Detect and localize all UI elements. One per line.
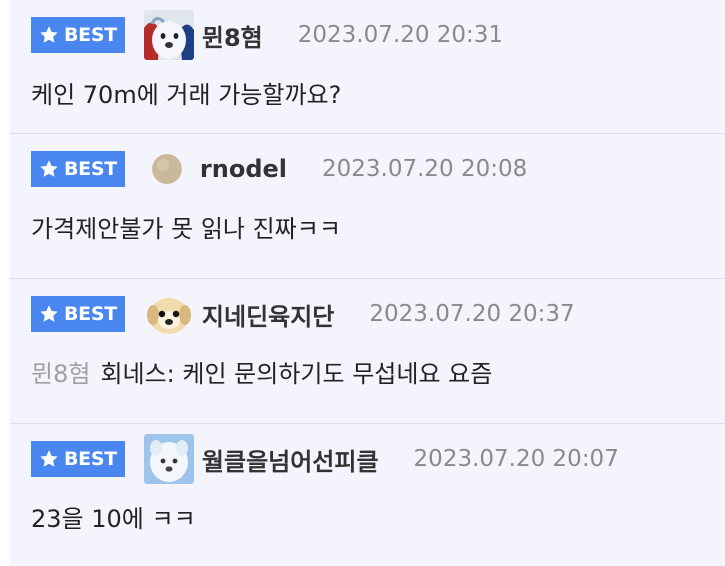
comment-text: 케인 70m에 거래 가능할까요? <box>31 75 341 110</box>
comment-header: BEST 뮌8혐 2023.07.20 20:31 <box>31 10 504 60</box>
comment-text: 뮌8혐 회네스: 케인 문의하기도 무섭네요 요즘 <box>31 354 492 389</box>
comment-header: BEST 지네딘육지단 2023.07.20 20:37 <box>31 289 575 339</box>
reply-to-mention[interactable]: 뮌8혐 <box>31 360 90 388</box>
comment-date: 2023.07.20 20:37 <box>369 301 575 327</box>
star-icon <box>40 26 58 43</box>
comment-header: BEST 월클을넘어선피클 2023.07.20 20:07 <box>31 434 619 484</box>
best-badge-label: BEST <box>64 24 117 46</box>
comment-item: BEST rnodel 2023.07.20 20:08 가격제안불가 못 읽나… <box>10 134 725 279</box>
white-dog-avatar-icon[interactable] <box>143 434 194 484</box>
comment-date: 2023.07.20 20:07 <box>413 446 619 472</box>
best-badge: BEST <box>31 441 125 477</box>
comment-date: 2023.07.20 20:08 <box>322 156 528 182</box>
star-icon <box>40 305 58 322</box>
tan-circle-avatar-icon[interactable] <box>151 154 182 184</box>
best-badge-label: BEST <box>64 448 117 470</box>
best-badge: BEST <box>31 17 125 53</box>
comment-header: BEST rnodel 2023.07.20 20:08 <box>31 149 527 189</box>
comment-author[interactable]: 월클을넘어선피클 <box>202 442 379 477</box>
comment-text: 23을 10에 ㅋㅋ <box>31 499 196 534</box>
comment-date: 2023.07.20 20:31 <box>297 22 504 48</box>
comment-body: 케인 70m에 거래 가능할까요? <box>31 81 342 109</box>
comment-author[interactable]: rnodel <box>200 155 287 183</box>
best-badge-label: BEST <box>64 303 117 325</box>
comment-body: 가격제안불가 못 읽나 진짜ㅋㅋ <box>31 215 341 243</box>
best-comment-list: BEST 뮌8혐 2023.07.20 20:31 케인 70m에 거래 가능할… <box>10 0 725 566</box>
comment-item: BEST 월클을넘어선피클 2023.07.20 20:07 23을 10에 ㅋ… <box>10 424 725 566</box>
best-badge: BEST <box>31 296 125 332</box>
best-badge-label: BEST <box>64 158 117 180</box>
comment-author[interactable]: 지네딘육지단 <box>202 297 334 332</box>
comment-body: 회네스: 케인 문의하기도 무섭네요 요즘 <box>100 360 493 388</box>
best-badge: BEST <box>31 151 125 187</box>
comment-author[interactable]: 뮌8혐 <box>202 18 263 53</box>
comment-item: BEST 뮌8혐 2023.07.20 20:31 케인 70m에 거래 가능할… <box>10 0 725 134</box>
puppy-face-avatar-icon[interactable] <box>143 289 194 339</box>
comment-item: BEST 지네딘육지단 2023.07.20 20:37 뮌8혐 회네스: 케인 … <box>10 279 725 424</box>
comment-text: 가격제안불가 못 읽나 진짜ㅋㅋ <box>31 209 341 244</box>
white-puppy-avatar-icon[interactable] <box>143 10 194 60</box>
comment-body: 23을 10에 ㅋㅋ <box>31 505 196 533</box>
star-icon <box>40 450 58 467</box>
star-icon <box>40 160 58 177</box>
